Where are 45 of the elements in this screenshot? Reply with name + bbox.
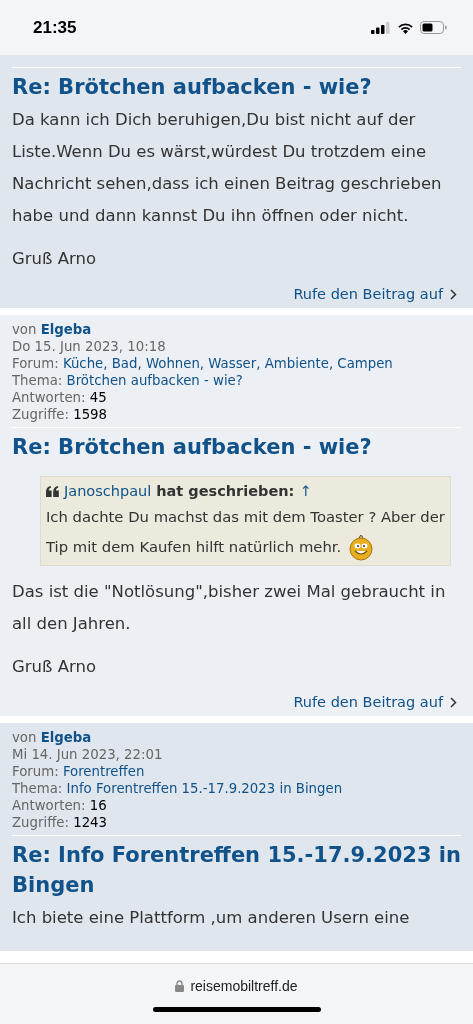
signal-icon: [371, 21, 391, 34]
quote-text: Ich dachte Du machst das mit dem Toaster ? Aber der Tip mit dem Kaufen hilft natürlich mehr.: [46, 508, 445, 555]
by-label: von: [12, 730, 37, 745]
battery-icon: [420, 21, 447, 34]
topic-link[interactable]: Info Forentreffen 15.-17.9.2023 in Bingen: [66, 781, 343, 796]
read-post-link[interactable]: Rufe den Beitrag auf: [293, 286, 443, 302]
author-link[interactable]: Elgeba: [40, 322, 92, 337]
post-title[interactable]: Re: Brötchen aufbacken - wie?: [12, 432, 461, 462]
post-text: Gruß Arno: [12, 248, 97, 270]
lock-icon: [175, 980, 185, 992]
forum-label: Forum:: [12, 764, 59, 779]
quote-wrote-label: hat geschrieben:: [156, 482, 295, 501]
quote-author-link[interactable]: Janoschpaul: [64, 480, 152, 502]
status-time: 21:35: [33, 17, 77, 38]
replies-count: 45: [89, 390, 107, 405]
jump-to-post-link[interactable]: ↑: [299, 480, 312, 502]
post-text: Ich biete eine Plattform ,um anderen Usern eine: [12, 907, 411, 929]
quote-icon: [46, 485, 59, 497]
by-label: von: [12, 322, 37, 337]
post-date: Do 15. Jun 2023, 10:18: [12, 339, 166, 354]
forum-link[interactable]: Küche, Bad, Wohnen, Wasser, Ambiente, Campen: [62, 356, 393, 371]
views-count: 1598: [73, 407, 108, 422]
replies-count: 16: [89, 798, 107, 813]
post-title[interactable]: Re: Info Forentreffen 15.-17.9.2023 in Bingen: [12, 840, 461, 900]
post-text: Da kann ich Dich beruhigen,Du bist nicht auf der Liste.Wenn Du es wärst,würdest Du trotzdem eine Nachricht sehen,dass ich einen Beitrag geschrieben habe und dann kannst Du ihn öffnen oder nicht.: [12, 109, 443, 227]
replies-label: Antworten:: [12, 798, 86, 813]
topic-label: Thema:: [12, 781, 63, 796]
replies-label: Antworten:: [12, 390, 86, 405]
forum-label: Forum:: [12, 356, 59, 371]
post-title[interactable]: Re: Brötchen aufbacken - wie?: [12, 72, 461, 102]
views-count: 1243: [73, 815, 108, 830]
read-post-link[interactable]: Rufe den Beitrag auf: [293, 694, 443, 710]
chevron-right-icon: [450, 696, 457, 708]
wifi-icon: [397, 21, 414, 34]
chevron-right-icon: [450, 288, 457, 300]
post-text: Das ist die "Notlösung",bisher zwei Mal gebraucht in all den Jahren.: [12, 581, 447, 635]
post-text: Gruß Arno: [12, 656, 97, 678]
author-link[interactable]: Elgeba: [40, 730, 92, 745]
views-label: Zugriffe:: [12, 407, 69, 422]
post-date: Mi 14. Jun 2023, 22:01: [12, 747, 163, 762]
url-text[interactable]: reisemobiltreff.de: [190, 978, 298, 994]
forum-link[interactable]: Forentreffen: [62, 764, 145, 779]
topic-link[interactable]: Brötchen aufbacken - wie?: [66, 373, 243, 388]
topic-label: Thema:: [12, 373, 63, 388]
views-label: Zugriffe:: [12, 815, 69, 830]
